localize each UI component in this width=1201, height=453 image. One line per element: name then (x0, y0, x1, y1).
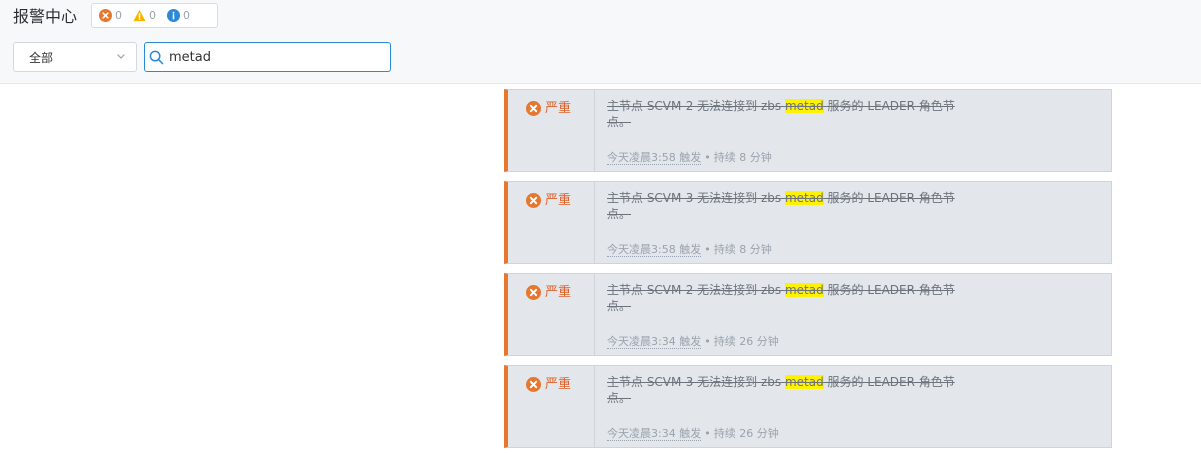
alert-meta: 今天凌晨3:58 触发 • 持续 8 分钟 (607, 149, 772, 165)
search-highlight: metad (784, 375, 824, 389)
alert-duration: 持续 26 分钟 (713, 427, 779, 440)
severity-label: 严重 (545, 101, 572, 116)
alert-text-before: 主节点 SCVM-3 无法连接到 zbs (607, 191, 785, 205)
alert-trigger-time[interactable]: 今天凌晨3:58 触发 (607, 151, 702, 165)
meta-separator: • (704, 243, 711, 256)
info-count-value: 0 (183, 9, 190, 22)
warning-count[interactable]: 0 (133, 9, 156, 22)
alert-duration: 持续 26 分钟 (713, 335, 779, 348)
alert-message: 主节点 SCVM-3 无法连接到 zbs metad 服务的 LEADER 角色… (607, 190, 967, 222)
header-bar: 报警中心 0 0 0 全部 (0, 0, 1201, 84)
alert-severity: 严重 (508, 366, 595, 447)
alert-severity: 严重 (508, 274, 595, 355)
meta-separator: • (704, 427, 711, 440)
critical-icon (526, 377, 541, 392)
alert-count-badges: 0 0 0 (91, 3, 218, 28)
alert-message: 主节点 SCVM-3 无法连接到 zbs metad 服务的 LEADER 角色… (607, 374, 967, 406)
page-title: 报警中心 (13, 7, 78, 26)
search-highlight: metad (784, 191, 824, 205)
alert-list: 严重 主节点 SCVM-2 无法连接到 zbs metad 服务的 LEADER… (504, 89, 1112, 453)
alert-trigger-time[interactable]: 今天凌晨3:34 触发 (607, 427, 702, 441)
search-highlight: metad (784, 283, 824, 297)
critical-icon (526, 193, 541, 208)
critical-icon (99, 9, 112, 22)
alert-body: 主节点 SCVM-2 无法连接到 zbs metad 服务的 LEADER 角色… (595, 90, 1111, 171)
alert-trigger-time[interactable]: 今天凌晨3:58 触发 (607, 243, 702, 257)
alert-message: 主节点 SCVM-2 无法连接到 zbs metad 服务的 LEADER 角色… (607, 282, 967, 314)
alert-body: 主节点 SCVM-3 无法连接到 zbs metad 服务的 LEADER 角色… (595, 182, 1111, 263)
alert-body: 主节点 SCVM-3 无法连接到 zbs metad 服务的 LEADER 角色… (595, 366, 1111, 447)
severity-filter-value: 全部 (29, 50, 54, 65)
severity-label: 严重 (545, 377, 572, 392)
alert-body: 主节点 SCVM-2 无法连接到 zbs metad 服务的 LEADER 角色… (595, 274, 1111, 355)
alert-severity: 严重 (508, 90, 595, 171)
severity-filter-select[interactable]: 全部 (13, 42, 137, 72)
alert-message: 主节点 SCVM-2 无法连接到 zbs metad 服务的 LEADER 角色… (607, 98, 967, 130)
info-icon (167, 9, 180, 22)
critical-icon (526, 285, 541, 300)
alert-card[interactable]: 严重 主节点 SCVM-3 无法连接到 zbs metad 服务的 LEADER… (504, 181, 1112, 264)
search-icon (149, 50, 164, 64)
alert-trigger-time[interactable]: 今天凌晨3:34 触发 (607, 335, 702, 349)
alert-card[interactable]: 严重 主节点 SCVM-3 无法连接到 zbs metad 服务的 LEADER… (504, 365, 1112, 448)
critical-count[interactable]: 0 (99, 9, 122, 22)
search-box[interactable] (144, 42, 391, 72)
search-input[interactable] (169, 49, 369, 65)
meta-separator: • (704, 335, 711, 348)
severity-label: 严重 (545, 285, 572, 300)
search-highlight: metad (784, 99, 824, 113)
alert-card[interactable]: 严重 主节点 SCVM-2 无法连接到 zbs metad 服务的 LEADER… (504, 89, 1112, 172)
chevron-down-icon (117, 54, 125, 59)
alert-meta: 今天凌晨3:58 触发 • 持续 8 分钟 (607, 241, 772, 257)
alert-severity: 严重 (508, 182, 595, 263)
critical-icon (526, 101, 541, 116)
info-count[interactable]: 0 (167, 9, 190, 22)
alert-text-before: 主节点 SCVM-3 无法连接到 zbs (607, 375, 785, 389)
alert-duration: 持续 8 分钟 (713, 151, 772, 164)
alert-meta: 今天凌晨3:34 触发 • 持续 26 分钟 (607, 333, 779, 349)
alert-duration: 持续 8 分钟 (713, 243, 772, 256)
warning-count-value: 0 (149, 9, 156, 22)
meta-separator: • (704, 151, 711, 164)
alert-text-before: 主节点 SCVM-2 无法连接到 zbs (607, 283, 785, 297)
alert-meta: 今天凌晨3:34 触发 • 持续 26 分钟 (607, 425, 779, 441)
warning-icon (133, 9, 146, 22)
critical-count-value: 0 (115, 9, 122, 22)
severity-label: 严重 (545, 193, 572, 208)
alert-card[interactable]: 严重 主节点 SCVM-2 无法连接到 zbs metad 服务的 LEADER… (504, 273, 1112, 356)
alert-text-before: 主节点 SCVM-2 无法连接到 zbs (607, 99, 785, 113)
